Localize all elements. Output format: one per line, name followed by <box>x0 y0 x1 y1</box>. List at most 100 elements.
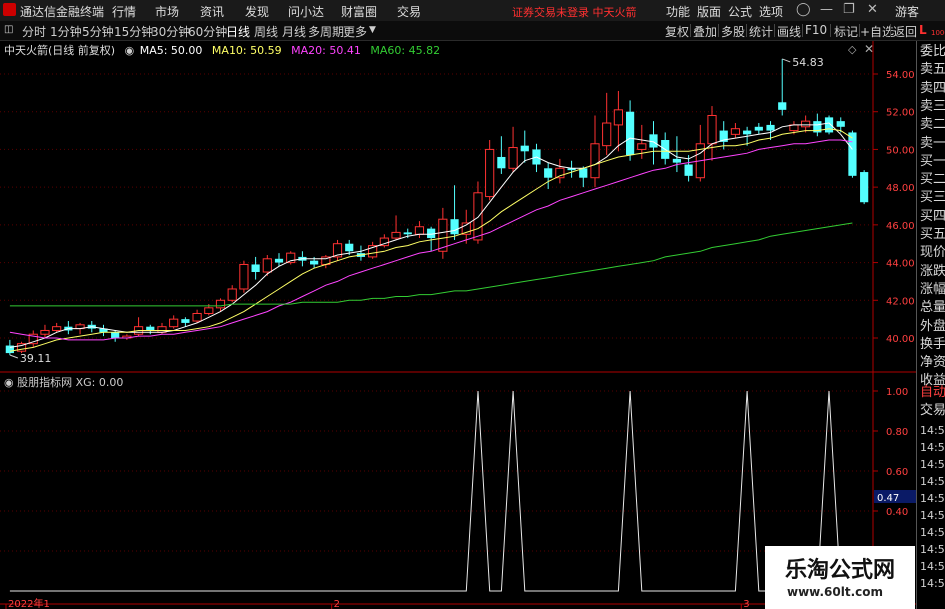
y-tick-label: 40.00 <box>886 334 915 345</box>
candle-body <box>345 243 354 252</box>
period-multi[interactable]: 多周期 <box>308 23 344 40</box>
candle-body <box>824 117 834 133</box>
minimize-icon[interactable]: — <box>820 2 833 17</box>
panel-options-icon[interactable]: ◇ <box>848 43 856 56</box>
menu-jiaoyi[interactable]: 交易 <box>397 3 421 20</box>
candle-body <box>181 319 190 323</box>
ind-tick-label: 1.00 <box>886 387 908 398</box>
side-trade-item[interactable]: 交易 <box>920 402 945 420</box>
period-fenshi[interactable]: 分时 <box>22 23 46 40</box>
tick-time: 14:56 <box>920 509 945 522</box>
toolbar-menu-icon[interactable]: ◫ <box>4 24 13 35</box>
candle-body <box>743 130 752 135</box>
level-badge-small: 1000 <box>931 29 945 37</box>
menu-hangqing[interactable]: 行情 <box>112 3 136 20</box>
period-60min[interactable]: 60分钟 <box>188 23 227 40</box>
period-30min[interactable]: 30分钟 <box>151 23 190 40</box>
candle-body <box>754 126 763 131</box>
mark-button[interactable]: 标记 <box>834 23 858 40</box>
menu-xuanxiang[interactable]: 选项 <box>759 3 783 20</box>
user-icon[interactable]: ◯ <box>796 2 811 17</box>
draw-line-button[interactable]: 画线 <box>777 23 801 40</box>
period-monthly[interactable]: 月线 <box>282 23 306 40</box>
separator <box>890 24 891 37</box>
y-tick-label: 52.00 <box>886 108 915 119</box>
candle-body <box>52 326 62 331</box>
menu-zixun[interactable]: 资讯 <box>200 3 224 20</box>
indicator-title[interactable]: 股朋指标网 XG: 0.00 <box>17 376 123 389</box>
side-item: 现价 <box>920 245 945 261</box>
tick-time: 14:56 <box>920 543 945 556</box>
multi-stock-button[interactable]: 多股 <box>721 23 745 40</box>
candle-body <box>625 111 635 156</box>
side-trade-item[interactable]: 自动 <box>920 384 945 402</box>
candle-body <box>146 326 155 331</box>
separator <box>718 24 719 37</box>
period-1min[interactable]: 1分钟 <box>50 23 82 40</box>
candle-body <box>262 258 272 273</box>
menu-faxian[interactable]: 发现 <box>245 3 269 20</box>
menu-gongshi[interactable]: 公式 <box>728 3 752 20</box>
side-item: 买五 <box>920 227 945 242</box>
candle-body <box>778 102 787 110</box>
tick-time: 14:56 <box>920 475 945 488</box>
user-name[interactable]: 游客 <box>895 3 919 20</box>
menu-shichang[interactable]: 市场 <box>155 3 179 20</box>
overlay-button[interactable]: 叠加 <box>693 23 717 40</box>
side-item: 卖二 <box>920 117 945 133</box>
period-more[interactable]: 更多 <box>343 23 367 40</box>
candle-body <box>602 122 612 147</box>
ind-tick-label: 0.80 <box>886 427 908 438</box>
tick-time: 14:56 <box>920 526 945 539</box>
indicator-legend: ◉ 股朋指标网 XG: 0.00 <box>4 374 123 390</box>
restore-icon[interactable]: ❐ <box>843 2 855 17</box>
candle-body <box>450 219 459 235</box>
menu-caifuquan[interactable]: 财富圈 <box>341 3 377 20</box>
y-tick-label: 48.00 <box>886 183 915 194</box>
candle-body <box>848 132 857 176</box>
side-item: 买三 <box>920 190 945 206</box>
candle-body <box>204 307 214 314</box>
settings-icon[interactable]: ◉ <box>125 44 135 57</box>
candle-body <box>637 143 647 150</box>
candle-body <box>497 156 506 169</box>
period-15min[interactable]: 15分钟 <box>114 23 153 40</box>
period-weekly[interactable]: 周线 <box>254 23 278 40</box>
menu-wenxiaoda[interactable]: 问小达 <box>288 3 324 20</box>
kline-chart[interactable]: 1.000.800.600.470.400.20 54.8339.1154.00… <box>0 41 916 609</box>
ma10-label: MA10: 50.59 <box>211 44 282 57</box>
candle-body <box>215 299 226 309</box>
panel-close-icon[interactable]: ✕ <box>864 42 874 56</box>
candle-body <box>169 318 179 328</box>
x-tick-label: 2022年1 <box>8 597 50 609</box>
f10-button[interactable]: F10 <box>805 23 827 37</box>
candle-body <box>590 143 600 179</box>
menu-banmian[interactable]: 版面 <box>697 3 721 20</box>
watermark-url: www.60lt.com <box>787 585 884 599</box>
xg-line <box>9 390 853 592</box>
candle-body <box>860 172 869 203</box>
statistics-button[interactable]: 统计 <box>749 23 773 40</box>
indicator-settings-icon[interactable]: ◉ <box>4 376 14 389</box>
stock-title[interactable]: 中天火箭(日线 前复权) <box>4 44 115 57</box>
restore-rights-button[interactable]: 复权 <box>665 23 689 40</box>
period-daily[interactable]: 日线 <box>226 23 250 40</box>
add-watchlist-button[interactable]: +自选 <box>860 23 894 40</box>
candle-body <box>613 109 623 126</box>
low-price-label: 39.11 <box>20 352 51 365</box>
candle-body <box>274 258 284 263</box>
candle-body <box>707 114 717 145</box>
period-toolbar: ◫ 分时 1分钟 5分钟 15分钟 30分钟 60分钟 日线 周线 月线 多周期… <box>0 21 945 41</box>
candle-body <box>544 168 553 178</box>
candle-body <box>672 158 682 163</box>
chevron-down-icon[interactable]: ▼ <box>369 25 376 35</box>
candle-body <box>403 232 412 235</box>
period-5min[interactable]: 5分钟 <box>82 23 114 40</box>
menu-gongneng[interactable]: 功能 <box>666 3 690 20</box>
close-icon[interactable]: ✕ <box>867 2 878 17</box>
side-item: 总量 <box>920 300 945 316</box>
side-item: 买四 <box>920 208 945 224</box>
back-button[interactable]: 返回 <box>893 23 917 40</box>
x-tick-label: 3 <box>743 599 749 609</box>
side-item: 净资 <box>920 355 945 371</box>
